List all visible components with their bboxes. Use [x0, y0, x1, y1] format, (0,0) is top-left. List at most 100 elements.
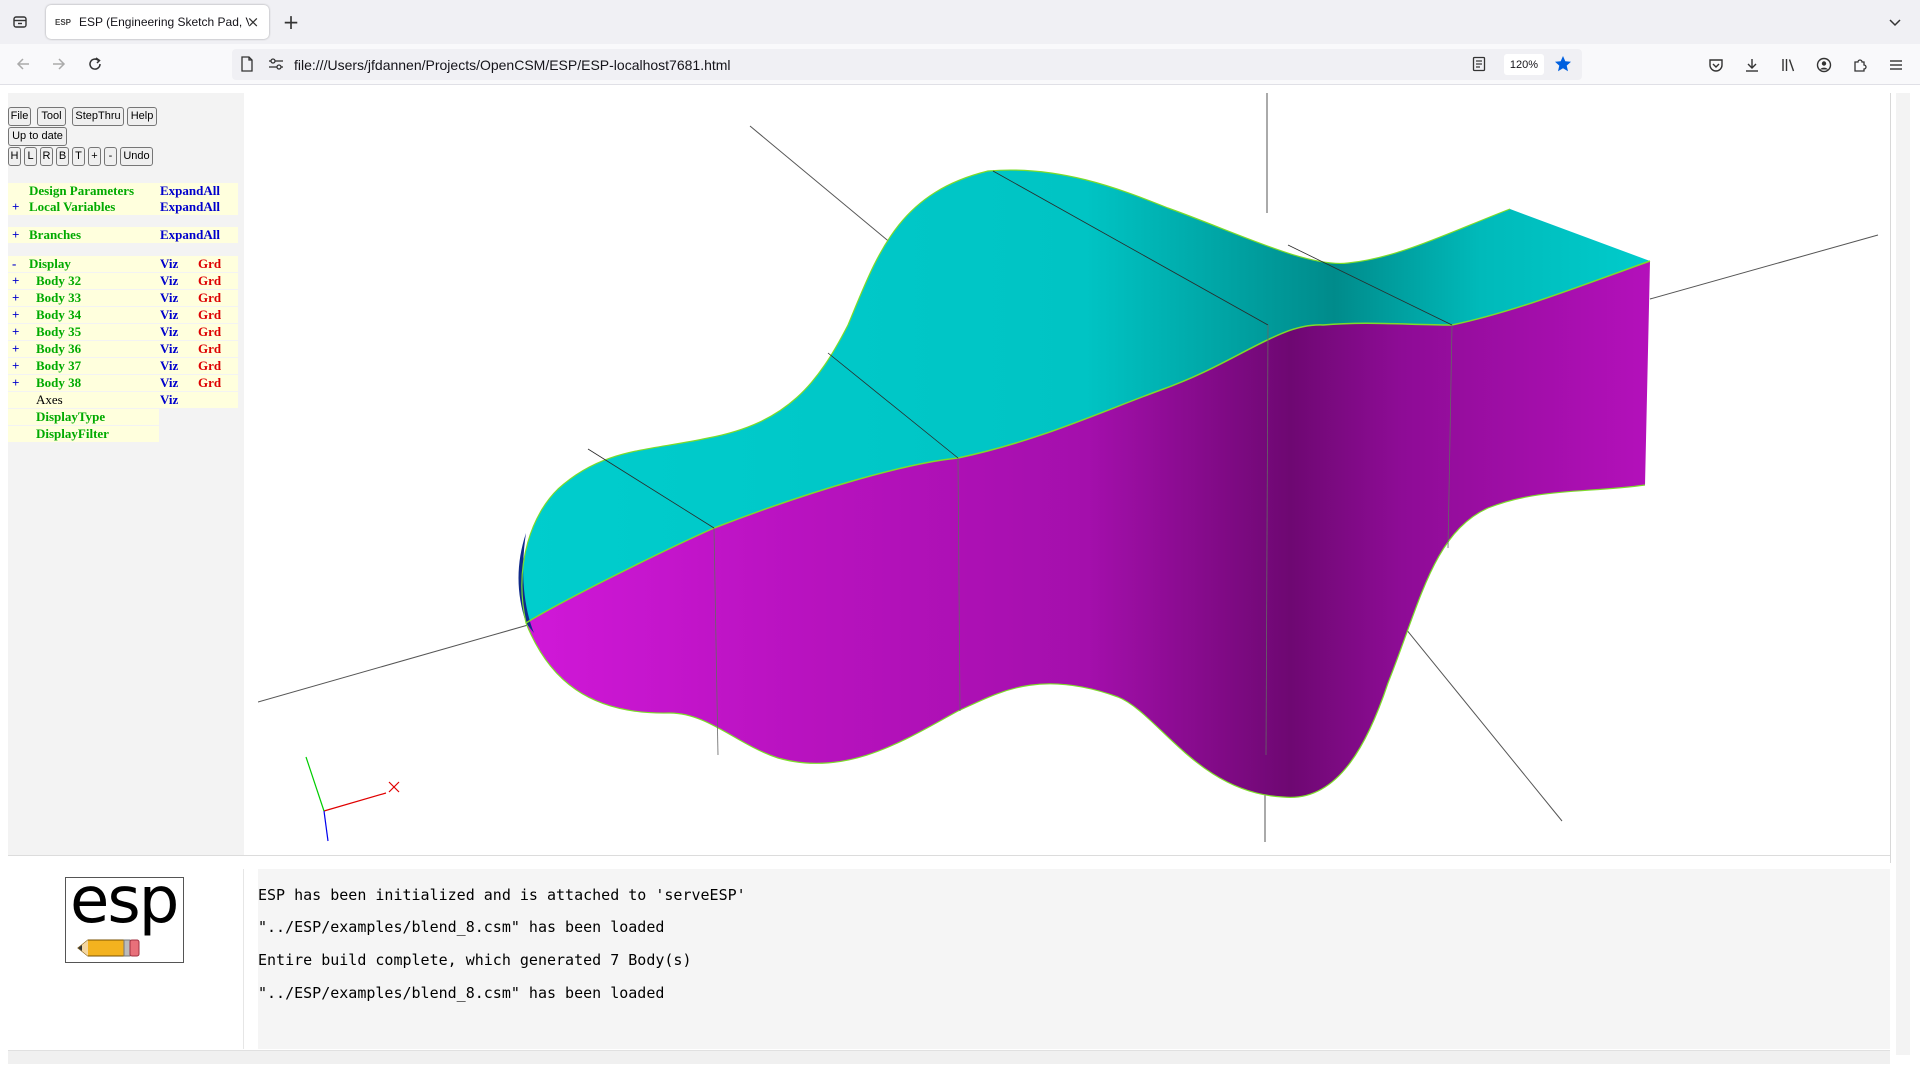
- menu-hamburger-icon[interactable]: [1883, 52, 1909, 78]
- navigation-bar: file:///Users/jfdannen/Projects/OpenCSM/…: [0, 44, 1920, 85]
- body-label[interactable]: Body 32: [28, 273, 159, 289]
- body-label[interactable]: Body 37: [28, 358, 159, 374]
- view-home-button[interactable]: H: [8, 147, 21, 166]
- body-label[interactable]: Body 35: [28, 324, 159, 340]
- body-grd-toggle[interactable]: Grd: [197, 324, 238, 340]
- tree-row-display: - Display Viz Grd: [8, 256, 238, 272]
- tree-expand-toggle[interactable]: +: [8, 375, 28, 391]
- tree-expand-toggle[interactable]: +: [8, 199, 28, 215]
- body-viz-toggle[interactable]: Viz: [159, 341, 197, 357]
- body-grd-toggle[interactable]: Grd: [197, 290, 238, 306]
- tree-row-body: + Body 37 Viz Grd: [8, 358, 238, 374]
- tree-expand-toggle[interactable]: [8, 183, 28, 199]
- reader-view-icon[interactable]: [1472, 56, 1486, 77]
- downloads-icon[interactable]: [1739, 52, 1765, 78]
- design-parameters-expandall-link[interactable]: ExpandAll: [159, 183, 238, 199]
- tree-row-displayfilter: DisplayFilter: [8, 426, 159, 442]
- tree-expand-toggle[interactable]: +: [8, 273, 28, 289]
- zoom-in-button[interactable]: +: [88, 147, 101, 166]
- library-icon[interactable]: [1775, 52, 1801, 78]
- body-viz-toggle[interactable]: Viz: [159, 324, 197, 340]
- firefox-view-icon[interactable]: [6, 8, 34, 36]
- tree-expand-toggle[interactable]: +: [8, 324, 28, 340]
- displaytype-label[interactable]: DisplayType: [28, 409, 159, 425]
- body-viz-toggle[interactable]: Viz: [159, 358, 197, 374]
- body-viz-toggle[interactable]: Viz: [159, 375, 197, 391]
- help-button[interactable]: Help: [127, 107, 157, 126]
- url-text[interactable]: file:///Users/jfdannen/Projects/OpenCSM/…: [294, 57, 731, 73]
- body-viz-toggle[interactable]: Viz: [159, 290, 197, 306]
- account-icon[interactable]: [1811, 52, 1837, 78]
- tree-expand-toggle[interactable]: +: [8, 290, 28, 306]
- body-viz-toggle[interactable]: Viz: [159, 273, 197, 289]
- permissions-icon[interactable]: [268, 57, 284, 76]
- file-button[interactable]: File: [8, 107, 31, 126]
- bottom-scroll-strip[interactable]: [8, 1050, 1890, 1064]
- axes-viz-toggle[interactable]: Viz: [159, 392, 197, 408]
- body-label[interactable]: Body 38: [28, 375, 159, 391]
- graphics-canvas[interactable]: [257, 93, 1890, 855]
- body-grd-toggle[interactable]: Grd: [197, 307, 238, 323]
- zoom-level-badge[interactable]: 120%: [1504, 54, 1544, 75]
- tree-row-displaytype: DisplayType: [8, 409, 159, 425]
- forward-arrow-icon[interactable]: [46, 51, 72, 77]
- body-grd-toggle[interactable]: Grd: [197, 375, 238, 391]
- branches-label[interactable]: Branches: [28, 227, 159, 243]
- up-to-date-button[interactable]: Up to date: [8, 127, 67, 146]
- log-message: "../ESP/examples/blend_8.csm" has been l…: [258, 918, 665, 936]
- canvas-divider: [1890, 93, 1891, 863]
- view-right-button[interactable]: R: [40, 147, 53, 166]
- url-bar[interactable]: file:///Users/jfdannen/Projects/OpenCSM/…: [232, 49, 1582, 80]
- body-label[interactable]: Body 33: [28, 290, 159, 306]
- new-tab-icon[interactable]: +: [278, 9, 304, 35]
- local-variables-expandall-link[interactable]: ExpandAll: [159, 199, 238, 215]
- 3d-model-view[interactable]: [257, 93, 1890, 855]
- view-top-button[interactable]: T: [72, 147, 85, 166]
- tree-expand-toggle[interactable]: +: [8, 227, 28, 243]
- display-label[interactable]: Display: [28, 256, 159, 272]
- tree-row-body: + Body 32 Viz Grd: [8, 273, 238, 289]
- branches-expandall-link[interactable]: ExpandAll: [159, 227, 238, 243]
- displayfilter-label[interactable]: DisplayFilter: [28, 426, 159, 442]
- tool-button[interactable]: Tool: [37, 107, 66, 126]
- list-all-tabs-chevron-icon[interactable]: [1882, 9, 1908, 35]
- reload-icon[interactable]: [82, 51, 108, 77]
- bookmark-star-icon[interactable]: [1554, 55, 1572, 78]
- view-left-button[interactable]: L: [24, 147, 37, 166]
- main-button-row: File Tool StepThru Help: [8, 107, 157, 126]
- tree-row-axes: Axes Viz: [8, 392, 238, 408]
- browser-tab-esp[interactable]: ESP ESP (Engineering Sketch Pad, V ×: [46, 5, 269, 39]
- esp-logo-text: esp: [70, 864, 179, 938]
- zoom-out-button[interactable]: -: [104, 147, 117, 166]
- extensions-icon[interactable]: [1847, 52, 1873, 78]
- tree-expand-toggle[interactable]: +: [8, 307, 28, 323]
- body-viz-toggle[interactable]: Viz: [159, 307, 197, 323]
- tree-row-branches: + Branches ExpandAll: [8, 227, 238, 243]
- tab-close-icon[interactable]: ×: [243, 12, 263, 32]
- log-message: ESP has been initialized and is attached…: [258, 886, 746, 904]
- body-label[interactable]: Body 34: [28, 307, 159, 323]
- tree-expand-toggle[interactable]: +: [8, 341, 28, 357]
- body-grd-toggle[interactable]: Grd: [197, 341, 238, 357]
- body-label[interactable]: Body 36: [28, 341, 159, 357]
- log-message: "../ESP/examples/blend_8.csm" has been l…: [258, 984, 665, 1002]
- undo-button[interactable]: Undo: [120, 147, 153, 166]
- display-grd-toggle[interactable]: Grd: [197, 256, 238, 272]
- body-grd-toggle[interactable]: Grd: [197, 273, 238, 289]
- stepthru-button[interactable]: StepThru: [72, 107, 124, 126]
- local-variables-label[interactable]: Local Variables: [28, 199, 159, 215]
- pocket-icon[interactable]: [1703, 52, 1729, 78]
- display-viz-toggle[interactable]: Viz: [159, 256, 197, 272]
- tree-spacer: [8, 426, 28, 442]
- axis-line: [1649, 234, 1879, 300]
- tree-expand-toggle[interactable]: +: [8, 358, 28, 374]
- axis-line: [257, 624, 529, 703]
- esp-favicon-icon: ESP: [55, 17, 72, 27]
- back-arrow-icon[interactable]: [10, 51, 36, 77]
- body-grd-toggle[interactable]: Grd: [197, 358, 238, 374]
- tree-row-local-variables: + Local Variables ExpandAll: [8, 199, 238, 215]
- view-bottom-button[interactable]: B: [56, 147, 69, 166]
- tree-collapse-toggle[interactable]: -: [8, 256, 28, 272]
- design-parameters-label[interactable]: Design Parameters: [28, 183, 159, 199]
- right-scroll-strip[interactable]: [1896, 93, 1910, 1055]
